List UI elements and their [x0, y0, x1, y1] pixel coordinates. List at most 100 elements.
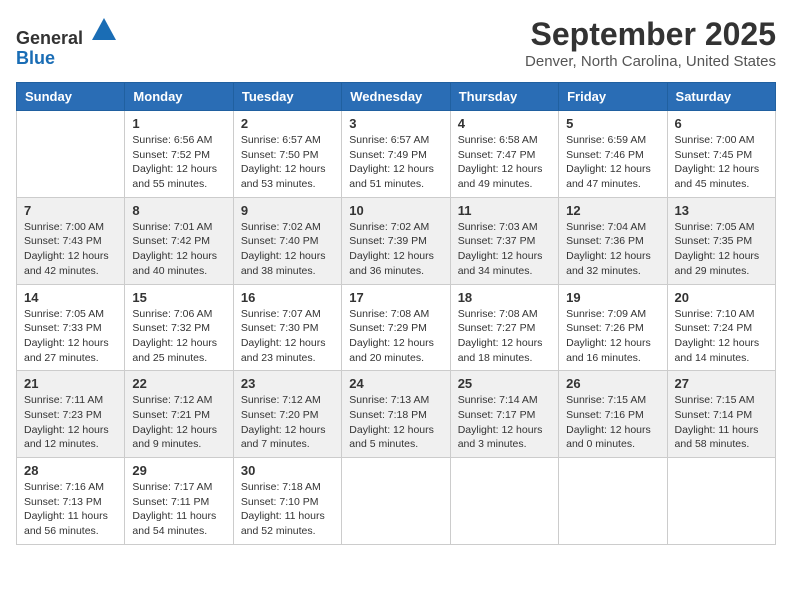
day-cell: 14 Sunrise: 7:05 AMSunset: 7:33 PMDayligh…: [17, 284, 125, 371]
day-cell: [450, 458, 558, 545]
month-title: September 2025: [525, 16, 776, 53]
logo-general: General: [16, 28, 83, 48]
day-cell: [17, 111, 125, 198]
day-number: 26: [566, 376, 659, 391]
day-number: 23: [241, 376, 334, 391]
day-cell: 30 Sunrise: 7:18 AMSunset: 7:10 PMDayligh…: [233, 458, 341, 545]
day-cell: 7 Sunrise: 7:00 AMSunset: 7:43 PMDaylight…: [17, 197, 125, 284]
day-cell: 13 Sunrise: 7:05 AMSunset: 7:35 PMDayligh…: [667, 197, 775, 284]
day-detail: Sunrise: 6:58 AMSunset: 7:47 PMDaylight:…: [458, 133, 551, 192]
logo-triangle-icon: [90, 16, 118, 44]
week-row-1: 1 Sunrise: 6:56 AMSunset: 7:52 PMDaylight…: [17, 111, 776, 198]
day-cell: 20 Sunrise: 7:10 AMSunset: 7:24 PMDayligh…: [667, 284, 775, 371]
day-number: 11: [458, 203, 551, 218]
day-number: 15: [132, 290, 225, 305]
day-detail: Sunrise: 7:03 AMSunset: 7:37 PMDaylight:…: [458, 220, 551, 279]
day-number: 27: [675, 376, 768, 391]
day-number: 24: [349, 376, 442, 391]
day-cell: 21 Sunrise: 7:11 AMSunset: 7:23 PMDayligh…: [17, 371, 125, 458]
week-row-3: 14 Sunrise: 7:05 AMSunset: 7:33 PMDayligh…: [17, 284, 776, 371]
weekday-header-monday: Monday: [125, 83, 233, 111]
week-row-2: 7 Sunrise: 7:00 AMSunset: 7:43 PMDaylight…: [17, 197, 776, 284]
day-cell: 4 Sunrise: 6:58 AMSunset: 7:47 PMDaylight…: [450, 111, 558, 198]
day-number: 29: [132, 463, 225, 478]
location-title: Denver, North Carolina, United States: [525, 53, 776, 70]
logo-block: General Blue: [16, 16, 118, 69]
title-area: September 2025 Denver, North Carolina, U…: [525, 16, 776, 70]
day-cell: 11 Sunrise: 7:03 AMSunset: 7:37 PMDayligh…: [450, 197, 558, 284]
day-detail: Sunrise: 7:05 AMSunset: 7:33 PMDaylight:…: [24, 307, 117, 366]
day-number: 1: [132, 116, 225, 131]
weekday-header-tuesday: Tuesday: [233, 83, 341, 111]
day-number: 8: [132, 203, 225, 218]
day-detail: Sunrise: 6:56 AMSunset: 7:52 PMDaylight:…: [132, 133, 225, 192]
day-detail: Sunrise: 7:08 AMSunset: 7:27 PMDaylight:…: [458, 307, 551, 366]
day-number: 20: [675, 290, 768, 305]
day-number: 19: [566, 290, 659, 305]
day-number: 13: [675, 203, 768, 218]
day-detail: Sunrise: 7:01 AMSunset: 7:42 PMDaylight:…: [132, 220, 225, 279]
day-number: 7: [24, 203, 117, 218]
day-cell: 26Sunrise: 7:15 AMSunset: 7:16 PMDayligh…: [559, 371, 667, 458]
day-number: 10: [349, 203, 442, 218]
day-detail: Sunrise: 7:13 AMSunset: 7:18 PMDaylight:…: [349, 393, 442, 452]
day-cell: 5Sunrise: 6:59 AMSunset: 7:46 PMDaylight…: [559, 111, 667, 198]
day-cell: 28Sunrise: 7:16 AMSunset: 7:13 PMDayligh…: [17, 458, 125, 545]
day-detail: Sunrise: 7:12 AMSunset: 7:21 PMDaylight:…: [132, 393, 225, 452]
header: General Blue September 2025 Denver, Nort…: [16, 16, 776, 70]
day-cell: 9Sunrise: 7:02 AMSunset: 7:40 PMDaylight…: [233, 197, 341, 284]
weekday-header-wednesday: Wednesday: [342, 83, 450, 111]
day-cell: [667, 458, 775, 545]
day-cell: 16 Sunrise: 7:07 AMSunset: 7:30 PMDayligh…: [233, 284, 341, 371]
day-detail: Sunrise: 7:14 AMSunset: 7:17 PMDaylight:…: [458, 393, 551, 452]
day-detail: Sunrise: 6:57 AMSunset: 7:50 PMDaylight:…: [241, 133, 334, 192]
day-detail: Sunrise: 7:04 AMSunset: 7:36 PMDaylight:…: [566, 220, 659, 279]
week-row-4: 21 Sunrise: 7:11 AMSunset: 7:23 PMDayligh…: [17, 371, 776, 458]
day-number: 3: [349, 116, 442, 131]
day-cell: 27Sunrise: 7:15 AMSunset: 7:14 PMDayligh…: [667, 371, 775, 458]
week-row-5: 28Sunrise: 7:16 AMSunset: 7:13 PMDayligh…: [17, 458, 776, 545]
weekday-header-sunday: Sunday: [17, 83, 125, 111]
day-cell: 12 Sunrise: 7:04 AMSunset: 7:36 PMDayligh…: [559, 197, 667, 284]
day-number: 22: [132, 376, 225, 391]
day-detail: Sunrise: 6:57 AMSunset: 7:49 PMDaylight:…: [349, 133, 442, 192]
day-detail: Sunrise: 7:00 AMSunset: 7:43 PMDaylight:…: [24, 220, 117, 279]
day-cell: 19 Sunrise: 7:09 AMSunset: 7:26 PMDayligh…: [559, 284, 667, 371]
logo-text-line1: General: [16, 16, 118, 49]
weekday-header-thursday: Thursday: [450, 83, 558, 111]
day-cell: 17Sunrise: 7:08 AMSunset: 7:29 PMDayligh…: [342, 284, 450, 371]
day-cell: [559, 458, 667, 545]
day-detail: Sunrise: 7:07 AMSunset: 7:30 PMDaylight:…: [241, 307, 334, 366]
day-detail: Sunrise: 7:11 AMSunset: 7:23 PMDaylight:…: [24, 393, 117, 452]
day-cell: 2 Sunrise: 6:57 AMSunset: 7:50 PMDaylight…: [233, 111, 341, 198]
day-cell: 3 Sunrise: 6:57 AMSunset: 7:49 PMDaylight…: [342, 111, 450, 198]
day-number: 2: [241, 116, 334, 131]
day-detail: Sunrise: 7:18 AMSunset: 7:10 PMDaylight:…: [241, 480, 334, 539]
day-cell: 25 Sunrise: 7:14 AMSunset: 7:17 PMDayligh…: [450, 371, 558, 458]
day-detail: Sunrise: 7:09 AMSunset: 7:26 PMDaylight:…: [566, 307, 659, 366]
day-number: 4: [458, 116, 551, 131]
day-number: 14: [24, 290, 117, 305]
day-cell: 1 Sunrise: 6:56 AMSunset: 7:52 PMDaylight…: [125, 111, 233, 198]
day-detail: Sunrise: 7:06 AMSunset: 7:32 PMDaylight:…: [132, 307, 225, 366]
day-detail: Sunrise: 7:08 AMSunset: 7:29 PMDaylight:…: [349, 307, 442, 366]
day-number: 12: [566, 203, 659, 218]
day-number: 16: [241, 290, 334, 305]
day-detail: Sunrise: 7:17 AMSunset: 7:11 PMDaylight:…: [132, 480, 225, 539]
day-detail: Sunrise: 7:10 AMSunset: 7:24 PMDaylight:…: [675, 307, 768, 366]
weekday-header-saturday: Saturday: [667, 83, 775, 111]
day-cell: 22 Sunrise: 7:12 AMSunset: 7:21 PMDayligh…: [125, 371, 233, 458]
day-number: 30: [241, 463, 334, 478]
day-detail: Sunrise: 7:02 AMSunset: 7:39 PMDaylight:…: [349, 220, 442, 279]
day-detail: Sunrise: 7:16 AMSunset: 7:13 PMDaylight:…: [24, 480, 117, 539]
day-number: 25: [458, 376, 551, 391]
day-number: 21: [24, 376, 117, 391]
day-cell: 10 Sunrise: 7:02 AMSunset: 7:39 PMDayligh…: [342, 197, 450, 284]
day-detail: Sunrise: 7:00 AMSunset: 7:45 PMDaylight:…: [675, 133, 768, 192]
day-detail: Sunrise: 7:02 AMSunset: 7:40 PMDaylight:…: [241, 220, 334, 279]
calendar-table: SundayMondayTuesdayWednesdayThursdayFrid…: [16, 82, 776, 545]
day-detail: Sunrise: 7:05 AMSunset: 7:35 PMDaylight:…: [675, 220, 768, 279]
day-cell: [342, 458, 450, 545]
day-number: 6: [675, 116, 768, 131]
day-cell: 23Sunrise: 7:12 AMSunset: 7:20 PMDayligh…: [233, 371, 341, 458]
